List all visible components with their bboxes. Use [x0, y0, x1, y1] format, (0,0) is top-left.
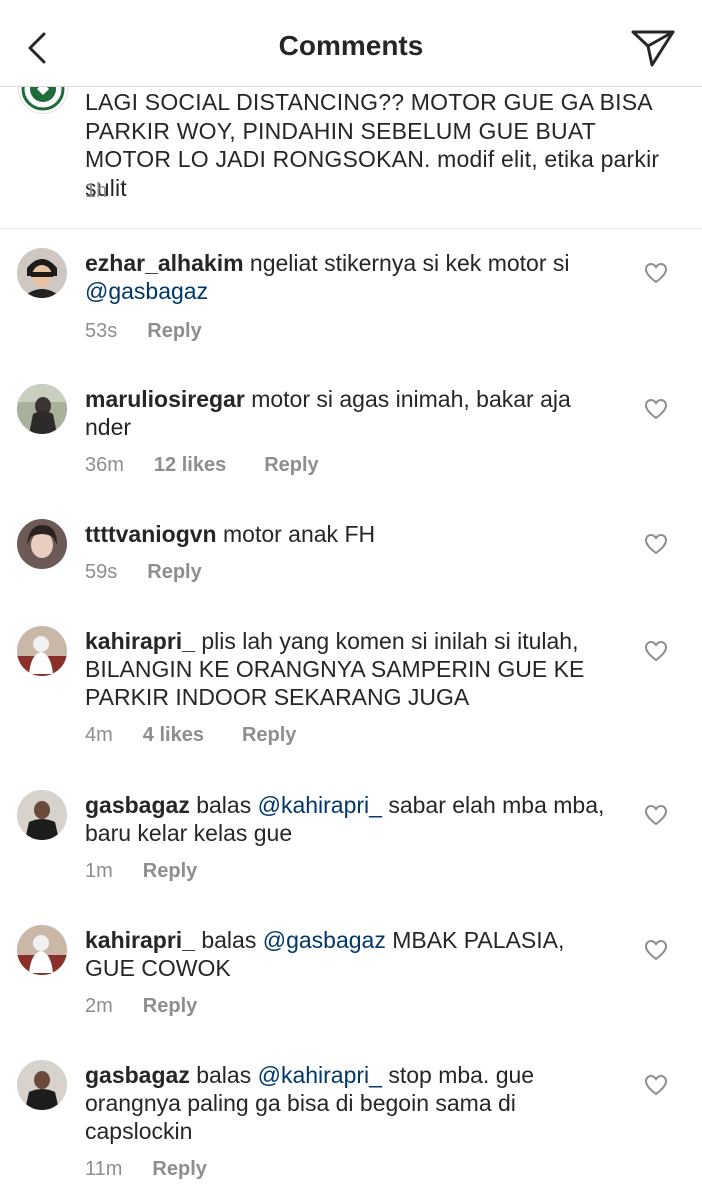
heart-icon[interactable] — [644, 1074, 668, 1096]
comment-username[interactable]: gasbagaz — [85, 1062, 190, 1088]
comment-username[interactable]: ttttvaniogvn — [85, 521, 217, 547]
heart-icon[interactable] — [644, 262, 668, 284]
heart-icon[interactable] — [644, 533, 668, 555]
comment-text: kahirapri_ plis lah yang komen si inilah… — [85, 627, 615, 711]
comment-message: motor anak FH — [223, 521, 376, 547]
avatar[interactable] — [17, 1060, 67, 1110]
comment-text: ttttvaniogvn motor anak FH — [85, 520, 615, 548]
reply-button[interactable]: Reply — [143, 860, 197, 882]
heart-icon[interactable] — [644, 640, 668, 662]
avatar[interactable] — [17, 248, 67, 298]
reply-button[interactable]: Reply — [147, 561, 201, 583]
comment-mention[interactable]: @kahirapri_ — [258, 1062, 382, 1088]
comment-username[interactable]: ezhar_alhakim — [85, 250, 244, 276]
likes-count[interactable]: 12 likes — [154, 454, 226, 476]
heart-icon[interactable] — [644, 804, 668, 826]
comment-meta: 59s Reply — [85, 561, 202, 584]
comment-mention[interactable]: @gasbagaz — [85, 278, 208, 304]
reply-button[interactable]: Reply — [143, 995, 197, 1017]
comment-timestamp: 59s — [85, 561, 118, 583]
comment-text: gasbagaz balas @kahirapri_ stop mba. gue… — [85, 1061, 615, 1145]
comment-text: maruliosiregar motor si agas inimah, bak… — [85, 385, 615, 441]
comment-message: ngeliat stikernya si kek motor si — [249, 250, 570, 276]
avatar[interactable] — [17, 790, 67, 840]
comment-prefix: balas — [196, 792, 252, 818]
reply-button[interactable]: Reply — [242, 724, 296, 746]
comment-mention[interactable]: @kahirapri_ — [258, 792, 382, 818]
comment-username[interactable]: kahirapri_ — [85, 927, 195, 953]
reply-button[interactable]: Reply — [147, 320, 201, 342]
comment-prefix: balas — [201, 927, 257, 953]
likes-count[interactable]: 4 likes — [143, 724, 204, 746]
comment-meta: 36m 12 likes Reply — [85, 454, 319, 477]
caption-divider — [0, 228, 702, 229]
comment-username[interactable]: gasbagaz — [85, 792, 190, 818]
comment-meta: 53s Reply — [85, 320, 202, 343]
avatar[interactable] — [17, 384, 67, 434]
avatar[interactable] — [17, 519, 67, 569]
comment-meta: 4m 4 likes Reply — [85, 724, 296, 747]
comment-timestamp: 2m — [85, 995, 113, 1017]
top-bar: Comments — [0, 0, 702, 87]
avatar[interactable] — [17, 626, 67, 676]
comment-text: kahirapri_ balas @gasbagaz MBAK PALASIA,… — [85, 926, 615, 982]
caption-timestamp: 1h — [85, 180, 108, 202]
comment-meta: 1m Reply — [85, 860, 197, 883]
comment-username[interactable]: kahirapri_ — [85, 628, 195, 654]
comment-text: ezhar_alhakim ngeliat stikernya si kek m… — [85, 249, 615, 305]
comment-meta: 2m Reply — [85, 995, 197, 1018]
direct-share-icon[interactable] — [630, 27, 676, 69]
page-title: Comments — [278, 30, 424, 61]
comment-mention[interactable]: @gasbagaz — [263, 927, 386, 953]
comment-username[interactable]: maruliosiregar — [85, 386, 245, 412]
comment-timestamp: 53s — [85, 320, 118, 342]
post-caption: LAGI SOCIAL DISTANCING?? MOTOR GUE GA BI… — [85, 89, 660, 201]
comment-timestamp: 36m — [85, 454, 124, 476]
comment-meta: 11m Reply — [85, 1158, 207, 1181]
avatar[interactable] — [17, 925, 67, 975]
reply-button[interactable]: Reply — [152, 1158, 206, 1180]
comment-timestamp: 4m — [85, 724, 113, 746]
comment-text: gasbagaz balas @kahirapri_ sabar elah mb… — [85, 791, 615, 847]
heart-icon[interactable] — [644, 939, 668, 961]
comment-timestamp: 11m — [85, 1158, 123, 1180]
comment-timestamp: 1m — [85, 860, 113, 882]
comment-prefix: balas — [196, 1062, 252, 1088]
heart-icon[interactable] — [644, 398, 668, 420]
reply-button[interactable]: Reply — [264, 454, 318, 476]
